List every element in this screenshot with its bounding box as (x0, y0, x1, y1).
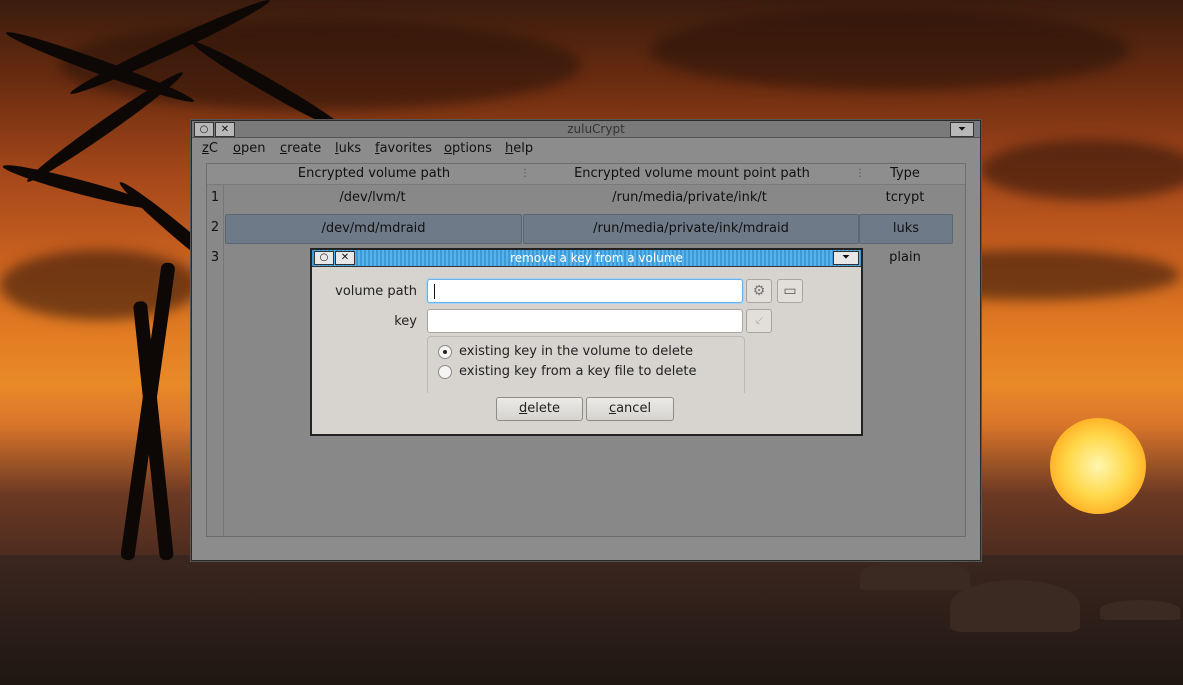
delete-button[interactable]: delete (496, 397, 583, 421)
key-label: key (394, 314, 417, 329)
radio-existing-key-label[interactable]: existing key in the volume to delete (459, 344, 693, 359)
dialog-options-button[interactable]: ⏷ (833, 251, 859, 265)
row-number: 2 (210, 220, 220, 235)
column-header-path[interactable]: Encrypted volume path (224, 164, 524, 184)
menu-create[interactable]: create (280, 140, 321, 158)
main-titlebar[interactable]: ○ ✕ zuluCrypt ⏷ (192, 121, 980, 138)
menubar: zC open create luks favorites options he… (192, 138, 980, 160)
radio-key-file[interactable] (438, 365, 452, 379)
drive-icon[interactable]: ▭ (777, 279, 803, 303)
close-button[interactable]: ✕ (215, 122, 235, 137)
cancel-button[interactable]: cancel (586, 397, 674, 421)
dialog-close-button[interactable]: ✕ (335, 251, 355, 265)
table-cell-mount[interactable]: /run/media/private/ink/mdraid (523, 214, 859, 244)
window-title: zuluCrypt (567, 122, 625, 136)
table-cell-type[interactable]: plain (858, 244, 952, 272)
dialog-title: remove a key from a volume (510, 251, 683, 265)
radio-key-file-label[interactable]: existing key from a key file to delete (459, 364, 697, 379)
menu-help[interactable]: help (505, 140, 533, 158)
menu-luks[interactable]: luks (335, 140, 361, 158)
window-menu-button[interactable]: ○ (194, 122, 214, 137)
menu-open[interactable]: open (233, 140, 265, 158)
menu-zc[interactable]: zC (202, 140, 218, 158)
row-number: 3 (210, 250, 220, 265)
window-options-button[interactable]: ⏷ (950, 122, 974, 137)
table-cell-type[interactable]: luks (859, 214, 953, 244)
table-cell-path[interactable]: /dev/lvm/t (224, 184, 521, 212)
volume-path-input[interactable] (427, 279, 743, 303)
table-header: Encrypted volume path ⋮ Encrypted volume… (207, 164, 965, 185)
key-file-icon[interactable]: ⸔ (746, 309, 772, 333)
menu-options[interactable]: options (444, 140, 492, 158)
dialog-titlebar[interactable]: ○ ✕ remove a key from a volume ⏷ (312, 250, 861, 267)
table-cell-mount[interactable]: /run/media/private/ink/t (522, 184, 857, 212)
key-input[interactable] (427, 309, 743, 333)
dialog-menu-button[interactable]: ○ (314, 251, 334, 265)
sun (1050, 418, 1146, 514)
radio-existing-key[interactable] (438, 345, 452, 359)
gear-icon[interactable]: ⚙ (746, 279, 772, 303)
table-cell-path[interactable]: /dev/md/mdraid (225, 214, 522, 244)
column-header-type[interactable]: Type (860, 164, 950, 184)
remove-key-dialog: ○ ✕ remove a key from a volume ⏷ volume … (310, 248, 863, 436)
row-number: 1 (210, 190, 220, 205)
menu-favorites[interactable]: favorites (375, 140, 432, 158)
table-cell-type[interactable]: tcrypt (858, 184, 952, 212)
column-header-mount[interactable]: Encrypted volume mount point path (525, 164, 859, 184)
volume-path-label: volume path (335, 284, 417, 299)
